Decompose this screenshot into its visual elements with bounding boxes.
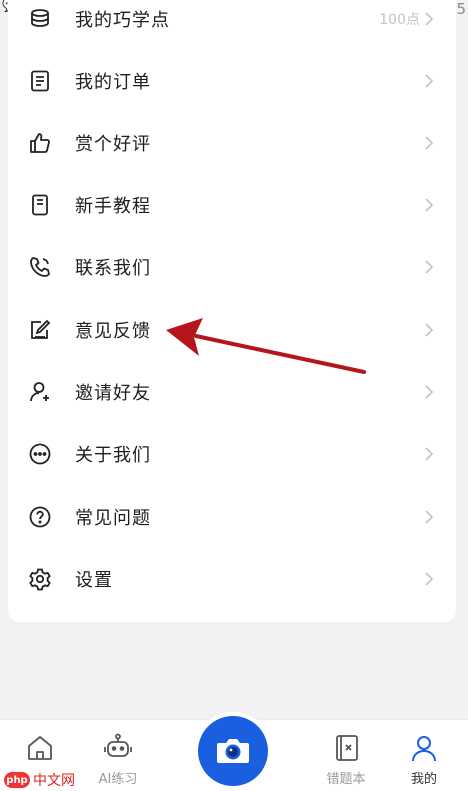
chevron-right-icon [425,136,434,150]
wrong-book-icon [330,732,362,764]
nav-item-ai-practice[interactable]: AI练习 [78,720,158,791]
coins-stack-icon [27,6,53,32]
feedback-edit-icon [27,317,53,343]
nav-label: 我的 [410,772,437,787]
phone-icon [27,254,53,280]
menu-item-label: 意见反馈 [75,321,151,342]
menu-item-rate[interactable]: 赏个好评 [8,112,456,174]
menu-item-faq[interactable]: 常见问题 [8,486,456,548]
thumbs-up-icon [27,130,53,156]
menu-item-label: 设置 [75,570,113,591]
watermark-text: 中文网 [33,773,75,789]
menu-card: 我的巧学点 100点 我的订单 赏个好评 新手教程 联系我们 意见反馈 邀请好友… [8,0,456,622]
chevron-right-icon [425,385,434,399]
menu-item-label: 我的订单 [75,72,151,93]
chevron-right-icon [425,323,434,337]
home-icon [24,732,56,764]
add-user-icon [27,379,53,405]
menu-item-label: 我的巧学点 [75,10,170,31]
chevron-right-icon [425,510,434,524]
menu-item-label: 常见问题 [75,508,151,529]
site-watermark: php 中文网 [4,770,75,790]
menu-item-settings[interactable]: 设置 [8,548,456,610]
menu-item-label: 关于我们 [75,445,151,466]
menu-item-label: 赏个好评 [75,134,151,155]
menu-item-invite[interactable]: 邀请好友 [8,361,456,423]
menu-item-qiaoxuedian[interactable]: 我的巧学点 100点 [8,0,456,50]
menu-item-feedback[interactable]: 意见反馈 [8,299,456,361]
chevron-right-icon [425,447,434,461]
menu-item-contact[interactable]: 联系我们 [8,236,456,298]
menu-item-tutorial[interactable]: 新手教程 [8,174,456,236]
question-circle-icon [27,504,53,530]
chevron-right-icon [425,260,434,274]
more-circle-icon [27,441,53,467]
nav-label: 错题本 [326,772,366,787]
menu-item-label: 新手教程 [75,196,151,217]
nav-item-mine[interactable]: 我的 [384,720,464,791]
user-icon [408,732,440,764]
menu-item-about[interactable]: 关于我们 [8,423,456,485]
chevron-right-icon [425,12,434,26]
camera-button[interactable] [198,716,268,786]
menu-item-label: 联系我们 [75,258,151,279]
camera-icon [217,739,249,763]
menu-item-orders[interactable]: 我的订单 [8,50,456,112]
watermark-logo: php [4,772,30,788]
points-balance: 100点 [379,12,420,28]
menu-item-label: 邀请好友 [75,383,151,404]
nav-item-wrong-book[interactable]: 错题本 [306,720,386,791]
chevron-right-icon [425,198,434,212]
gear-icon [27,566,53,592]
order-document-icon [27,68,53,94]
robot-icon [102,732,134,764]
tutorial-book-icon [27,192,53,218]
chevron-right-icon [425,74,434,88]
nav-label: AI练习 [98,772,138,787]
chevron-right-icon [425,572,434,586]
